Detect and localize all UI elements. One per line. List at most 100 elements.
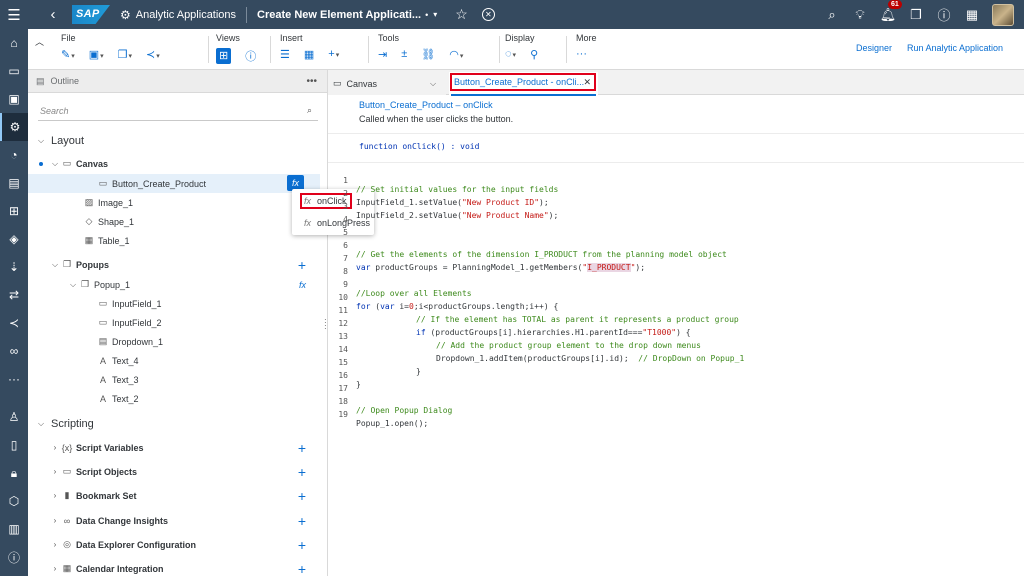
analytic-app-icon[interactable]: ⚙ [0,113,28,141]
presentation-icon[interactable]: ▣ [0,85,28,113]
close-icon[interactable]: ✕ [583,77,591,88]
document-title[interactable]: Create New Element Applicati... [257,9,421,21]
splitter-handle[interactable]: · · · · [324,316,327,333]
layout-view-icon[interactable]: ⊞ [216,48,232,64]
chevron-down-icon[interactable]: ⌵ [36,419,46,429]
chevron-right-icon[interactable]: › [50,564,60,573]
tree-item-shape-1[interactable]: ◇ Shape_1 [28,212,327,231]
add-script-variable-button[interactable]: + [298,440,306,456]
add-data-explorer-configuration-button[interactable]: + [298,537,306,553]
save-icon[interactable]: ▣▾ [89,48,104,61]
tree-item-script-objects[interactable]: › ▭ Script Objects + [28,462,327,481]
tree-item-image-1[interactable]: ▨ Image_1 [28,193,327,212]
chevron-right-icon[interactable]: › [50,540,60,549]
files-icon[interactable]: ▭ [0,57,28,85]
add-script-object-button[interactable]: + [298,464,306,480]
import-icon[interactable]: ⇣ [0,253,28,281]
chevron-right-icon[interactable]: › [50,491,60,500]
theme-icon[interactable]: ◌▾ [505,48,516,61]
tree-item-data-change-insights[interactable]: › ∞ Data Change Insights + [28,511,327,530]
hamburger-menu-icon[interactable]: ☰ [0,0,28,29]
tree-item-text-4[interactable]: A Text_4 [28,351,327,370]
help-icon[interactable]: ⓘ [930,5,958,24]
add-calendar-integration-button[interactable]: + [298,561,306,576]
chat-icon[interactable]: ❐ [902,7,930,23]
link-icon[interactable]: ⛓ [421,48,435,61]
explore-icon[interactable]: ◔ [0,141,28,169]
scripting-section[interactable]: ⌵ Scripting [28,414,327,433]
chevron-right-icon[interactable]: › [50,516,60,525]
tree-item-text-2[interactable]: A Text_2 [28,389,327,408]
collapse-toolbar-icon[interactable]: ︿ [35,35,44,48]
table-icon[interactable]: ▦ [304,48,314,61]
info-icon[interactable]: ⓘ [0,543,28,571]
tree-item-canvas[interactable]: ⌵ ▭ Canvas [28,154,327,173]
avatar[interactable] [992,3,1014,26]
more-icon[interactable]: ··· [0,365,28,393]
app-name[interactable]: Analytic Applications [136,9,236,21]
star-icon[interactable]: ☆ [455,6,468,23]
tree-item-table-1[interactable]: ▦ Table_1 [28,231,327,250]
tree-item-dropdown-1[interactable]: ▤ Dropdown_1 [28,332,327,351]
tree-item-inputfield-2[interactable]: ▭ InputField_2 [28,313,327,332]
add-data-change-insights-button[interactable]: + [298,513,306,529]
chevron-down-icon[interactable]: ▾ [433,10,437,19]
package-icon[interactable]: ⬡ [0,487,28,515]
tree-item-button-create-product[interactable]: ▭ Button_Create_Product fx [28,174,320,193]
grid-menu-icon[interactable]: ▦ [958,7,986,23]
transform-icon[interactable]: ⇄ [0,281,28,309]
hierarchy-icon[interactable]: ♙ [0,403,28,431]
chart-icon[interactable]: ☰ [280,48,290,61]
add-bookmark-set-button[interactable]: + [298,488,306,504]
lock-icon[interactable]: 🔒︎ [0,459,28,487]
performance-icon[interactable]: ◠▾ [449,48,463,61]
tree-item-popups[interactable]: ⌵ ❐ Popups + [28,255,327,274]
tree-item-calendar-integration[interactable]: › ▦ Calendar Integration + [28,559,327,576]
chevron-down-icon[interactable]: ⌵ [68,280,78,290]
data-icon[interactable]: ⊞ [0,197,28,225]
info-icon[interactable]: ⓘ [245,48,256,64]
chevron-down-icon[interactable]: ⌵ [36,136,46,146]
tree-item-popup-1[interactable]: ⌵ ❐ Popup_1 fx [28,275,327,294]
bell-icon[interactable]: 🔔︎ 61 [874,0,902,23]
code-editor[interactable]: 1 // Set initial values for the input fi… [328,165,1024,576]
edit-icon[interactable]: ✎▾ [61,48,75,61]
chevron-right-icon[interactable]: › [50,467,60,476]
more-icon[interactable]: ••• [306,76,317,87]
add-icon[interactable]: +▾ [328,48,339,61]
home-icon[interactable]: ⌂ [0,29,28,57]
cube-icon[interactable]: ◈ [0,225,28,253]
search-icon[interactable]: ⌕ [307,105,312,116]
fx-script-icon[interactable]: fx [299,280,306,290]
designer-button[interactable]: Designer [856,43,892,53]
story-icon[interactable]: ▤ [0,169,28,197]
run-analytic-application-button[interactable]: Run Analytic Application [907,43,1003,53]
layout-section[interactable]: ⌵ Layout [28,131,327,150]
search-input[interactable]: Search ⌕ [38,103,318,121]
lightbulb-icon[interactable]: 💡︎ [846,7,874,23]
chevron-down-icon[interactable]: ⌵ [428,79,438,89]
close-circle-icon[interactable]: ✕ [481,8,495,21]
tab-canvas[interactable]: ▭ Canvas ⌵ [328,72,446,95]
binoculars-icon[interactable]: ∞ [0,337,28,365]
share-icon[interactable]: ≺▾ [146,48,160,61]
tree-item-inputfield-1[interactable]: ▭ InputField_1 [28,294,327,313]
tab-script[interactable]: Button_Create_Product - onCli... ✕ [449,72,598,95]
add-popup-button[interactable]: + [298,257,306,273]
copy-icon[interactable]: ❐▾ [118,48,132,61]
style-icon[interactable]: ⚲ [530,48,538,61]
chevron-down-icon[interactable]: ⌵ [50,159,60,169]
search-icon[interactable]: ⌕ [818,7,846,23]
tree-item-bookmark-set[interactable]: › ▮ Bookmark Set + [28,486,327,505]
calculation-icon[interactable]: ± [401,48,407,61]
share-icon[interactable]: ≺ [0,309,28,337]
tree-item-data-explorer-configuration[interactable]: › ◎ Data Explorer Configuration + [28,535,327,554]
more-icon[interactable]: ··· [576,48,587,60]
tree-item-script-variables[interactable]: › {x} Script Variables + [28,438,327,457]
tree-item-text-3[interactable]: A Text_3 [28,370,327,389]
script-icon[interactable]: ⇥ [378,48,387,61]
board-icon[interactable]: ▥ [0,515,28,543]
chevron-right-icon[interactable]: › [50,443,60,452]
book-icon[interactable]: ▯ [0,431,28,459]
back-arrow-icon[interactable]: ‹ [44,6,62,23]
